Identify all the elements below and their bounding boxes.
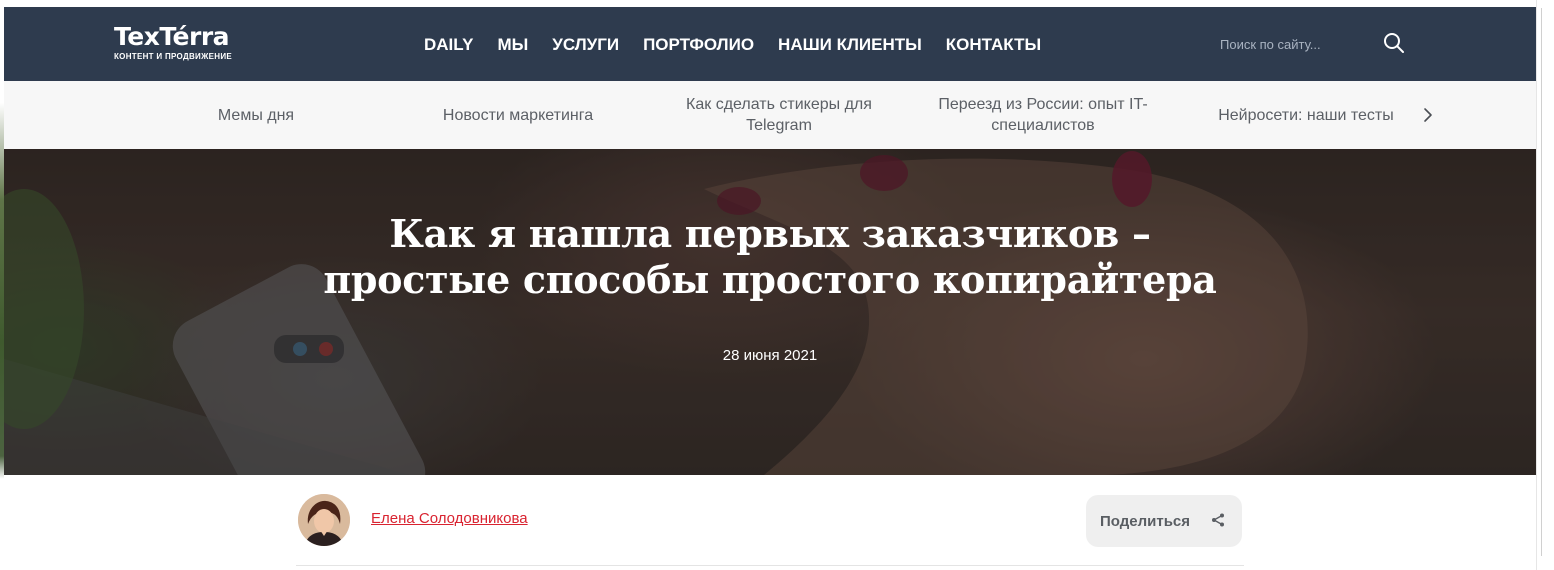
topic-marketing-news[interactable]: Новости маркетинга — [408, 81, 628, 149]
article-hero: Как я нашла первых заказчиков – простые … — [4, 149, 1536, 475]
scrollbar-track[interactable] — [1541, 8, 1551, 556]
article-title-line-1: Как я нашла первых заказчиков – — [389, 211, 1151, 256]
share-icon — [1212, 513, 1224, 527]
topic-memes[interactable]: Мемы дня — [186, 81, 326, 149]
page-scrollbar[interactable] — [1536, 0, 1554, 570]
topic-neural-nets[interactable]: Нейросети: наши тесты — [1200, 81, 1412, 149]
site-logo[interactable]: TexTérra КОНТЕНТ И ПРОДВИЖЕНИЕ — [114, 22, 233, 62]
article-title: Как я нашла первых заказчиков – простые … — [4, 211, 1536, 303]
search-input[interactable] — [1220, 33, 1370, 55]
hero-overlay — [4, 149, 1536, 475]
nav-item-about[interactable]: МЫ — [497, 35, 528, 55]
nav-item-contacts[interactable]: КОНТАКТЫ — [946, 35, 1041, 55]
nav-item-clients[interactable]: НАШИ КЛИЕНТЫ — [778, 35, 922, 55]
chevron-right-icon[interactable] — [1418, 105, 1438, 125]
author-row: Елена Солодовникова Поделиться — [296, 490, 1244, 570]
avatar-image — [298, 494, 350, 546]
avatar[interactable] — [298, 494, 350, 546]
topics-bar: Мемы дня Новости маркетинга Как сделать … — [4, 81, 1536, 149]
site-header: TexTérra КОНТЕНТ И ПРОДВИЖЕНИЕ DAILY МЫ … — [4, 7, 1536, 81]
search-box — [1220, 29, 1406, 59]
main-nav: DAILY МЫ УСЛУГИ ПОРТФОЛИО НАШИ КЛИЕНТЫ К… — [424, 35, 1065, 55]
nav-item-portfolio[interactable]: ПОРТФОЛИО — [643, 35, 754, 55]
divider — [296, 565, 1244, 566]
topic-telegram-stickers[interactable]: Как сделать стикеры для Telegram — [670, 81, 888, 149]
publish-date: 28 июня 2021 — [722, 347, 818, 364]
search-icon[interactable] — [1382, 31, 1406, 55]
article-title-line-2: простые способы простого копирайтера — [323, 257, 1217, 302]
nav-item-daily[interactable]: DAILY — [424, 35, 473, 55]
share-label: Поделиться — [1100, 512, 1191, 530]
share-button[interactable]: Поделиться — [1086, 495, 1242, 547]
author-link[interactable]: Елена Солодовникова — [371, 510, 528, 527]
logo-tagline: КОНТЕНТ И ПРОДВИЖЕНИЕ — [114, 52, 233, 61]
browser-viewport: TexTérra КОНТЕНТ И ПРОДВИЖЕНИЕ DAILY МЫ … — [0, 0, 1554, 570]
nav-item-services[interactable]: УСЛУГИ — [552, 35, 619, 55]
viewport-top-edge — [0, 0, 1554, 7]
logo-wordmark: TexTérra — [114, 22, 230, 51]
topic-relocation[interactable]: Переезд из России: опыт IT-специалистов — [928, 81, 1158, 149]
